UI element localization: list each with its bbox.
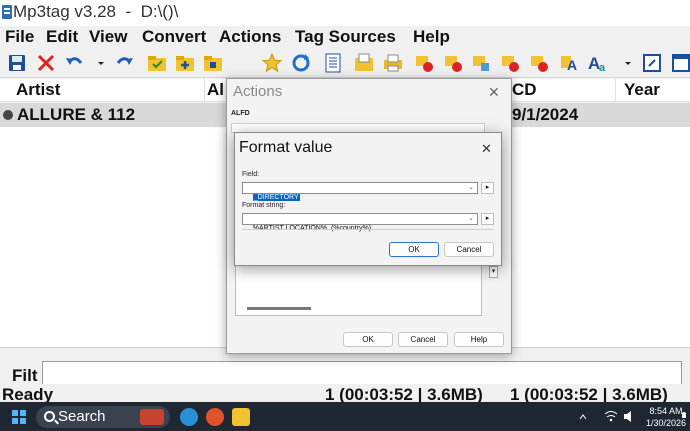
chevron-down-icon[interactable]: ⌄ bbox=[468, 214, 474, 224]
action-list-scrollbar[interactable] bbox=[247, 307, 311, 310]
duckduckgo-icon[interactable] bbox=[206, 408, 224, 426]
search-highlight-icon bbox=[140, 409, 164, 425]
dialog-divider bbox=[242, 229, 494, 230]
menu-view[interactable]: View bbox=[89, 27, 127, 47]
filename-tag-icon[interactable] bbox=[442, 52, 464, 74]
format-dialog-title: Format value bbox=[239, 139, 333, 156]
cell-artist: ALLURE & 112 bbox=[17, 105, 136, 124]
save-icon[interactable] bbox=[6, 52, 28, 74]
wifi-icon[interactable] bbox=[604, 402, 618, 431]
cell-cd: 9/1/2024 bbox=[512, 105, 579, 124]
menu-file[interactable]: File bbox=[5, 27, 34, 47]
format-cancel-button[interactable]: Cancel bbox=[444, 242, 494, 257]
chevron-down-icon[interactable]: ⌄ bbox=[468, 183, 474, 193]
action-group-name: ALFD bbox=[231, 110, 250, 117]
menu-help[interactable]: Help bbox=[413, 27, 450, 47]
menu-bar: File Edit View Convert Actions Tag Sourc… bbox=[0, 26, 690, 48]
more-icon[interactable] bbox=[617, 52, 631, 74]
close-icon[interactable]: ✕ bbox=[481, 141, 492, 157]
taskbar: Search 8:54 AM 1/30/2026 bbox=[0, 402, 690, 431]
tag-panel-icon[interactable] bbox=[322, 52, 344, 74]
chevron-down-icon[interactable]: ▾ bbox=[489, 266, 498, 278]
actions-ok-button[interactable]: OK bbox=[343, 332, 393, 347]
format-ok-button[interactable]: OK bbox=[389, 242, 439, 257]
tag-filename-icon[interactable] bbox=[413, 52, 435, 74]
column-year[interactable]: Year bbox=[624, 80, 660, 100]
refresh-icon[interactable] bbox=[290, 52, 312, 74]
toolbar: A Aa bbox=[0, 48, 690, 78]
svg-text:A: A bbox=[567, 57, 577, 73]
svg-text:a: a bbox=[599, 62, 606, 74]
close-icon[interactable]: ✕ bbox=[488, 84, 500, 101]
menu-edit[interactable]: Edit bbox=[46, 27, 78, 47]
export-icon[interactable] bbox=[353, 52, 375, 74]
edge-browser-icon[interactable] bbox=[180, 408, 198, 426]
field-label: Field: bbox=[242, 171, 260, 178]
format-string-label: Format string: bbox=[242, 202, 286, 209]
windows-start-icon[interactable] bbox=[12, 410, 26, 424]
window-title: Mp3tag v3.28 - D:\()\ bbox=[13, 2, 179, 21]
actions-dialog-title: Actions bbox=[233, 83, 283, 100]
taskbar-search[interactable]: Search bbox=[36, 406, 170, 428]
column-separator[interactable] bbox=[615, 79, 616, 102]
open-folder-icon[interactable] bbox=[146, 52, 168, 74]
menu-convert[interactable]: Convert bbox=[142, 27, 206, 47]
search-placeholder: Search bbox=[58, 408, 106, 425]
playlist-folder-icon[interactable] bbox=[202, 52, 224, 74]
menu-actions[interactable]: Actions bbox=[219, 27, 281, 47]
format-string-menu-button[interactable]: ▸ bbox=[481, 213, 494, 225]
autonumber-icon[interactable] bbox=[528, 52, 550, 74]
text-tag-icon[interactable] bbox=[470, 52, 492, 74]
search-icon bbox=[44, 411, 55, 422]
tag-tag-icon[interactable] bbox=[499, 52, 521, 74]
format-string-combobox[interactable]: %ARTIST LOCATION% (%country%) ⌄ bbox=[242, 213, 478, 232]
add-folder-icon[interactable] bbox=[174, 52, 196, 74]
field-combobox[interactable]: _DIRECTORY ⌄ bbox=[242, 182, 478, 201]
mp3tag-app-icon bbox=[2, 5, 12, 19]
convert-case-icon[interactable]: Aa bbox=[587, 52, 609, 74]
status-bar: Ready 1 (00:03:52 | 3.6MB) 1 (00:03:52 |… bbox=[0, 384, 690, 404]
menu-tag-sources[interactable]: Tag Sources bbox=[295, 27, 396, 47]
column-artist[interactable]: Artist bbox=[16, 80, 60, 100]
format-value-dialog: Format value ✕ Field: _DIRECTORY ⌄ ▸ For… bbox=[234, 132, 502, 266]
actions-help-button[interactable]: Help bbox=[454, 332, 504, 347]
undo-icon[interactable] bbox=[63, 52, 85, 74]
tray-chevron-icon[interactable] bbox=[578, 402, 588, 431]
column-separator[interactable] bbox=[204, 79, 205, 102]
view-icon[interactable] bbox=[670, 52, 690, 74]
field-value: _DIRECTORY bbox=[252, 194, 300, 201]
audio-file-icon bbox=[3, 110, 13, 120]
options-icon[interactable] bbox=[641, 52, 663, 74]
column-album[interactable]: Al bbox=[207, 80, 224, 100]
title-bar: Mp3tag v3.28 - D:\()\ bbox=[0, 0, 690, 26]
filter-label: Filt bbox=[12, 366, 38, 385]
case-conversion-icon[interactable]: A bbox=[559, 52, 581, 74]
redo-icon[interactable] bbox=[114, 52, 136, 74]
remove-tag-icon[interactable] bbox=[35, 52, 57, 74]
dropdown-icon[interactable] bbox=[90, 52, 104, 74]
print-icon[interactable] bbox=[382, 52, 404, 74]
column-cd[interactable]: CD bbox=[512, 80, 537, 100]
favorite-star-icon[interactable] bbox=[261, 52, 283, 74]
mp3tag-taskbar-icon[interactable] bbox=[232, 408, 250, 426]
volume-icon[interactable] bbox=[622, 402, 636, 431]
actions-cancel-button[interactable]: Cancel bbox=[398, 332, 448, 347]
notification-icon[interactable] bbox=[680, 402, 688, 431]
field-menu-button[interactable]: ▸ bbox=[481, 182, 494, 194]
